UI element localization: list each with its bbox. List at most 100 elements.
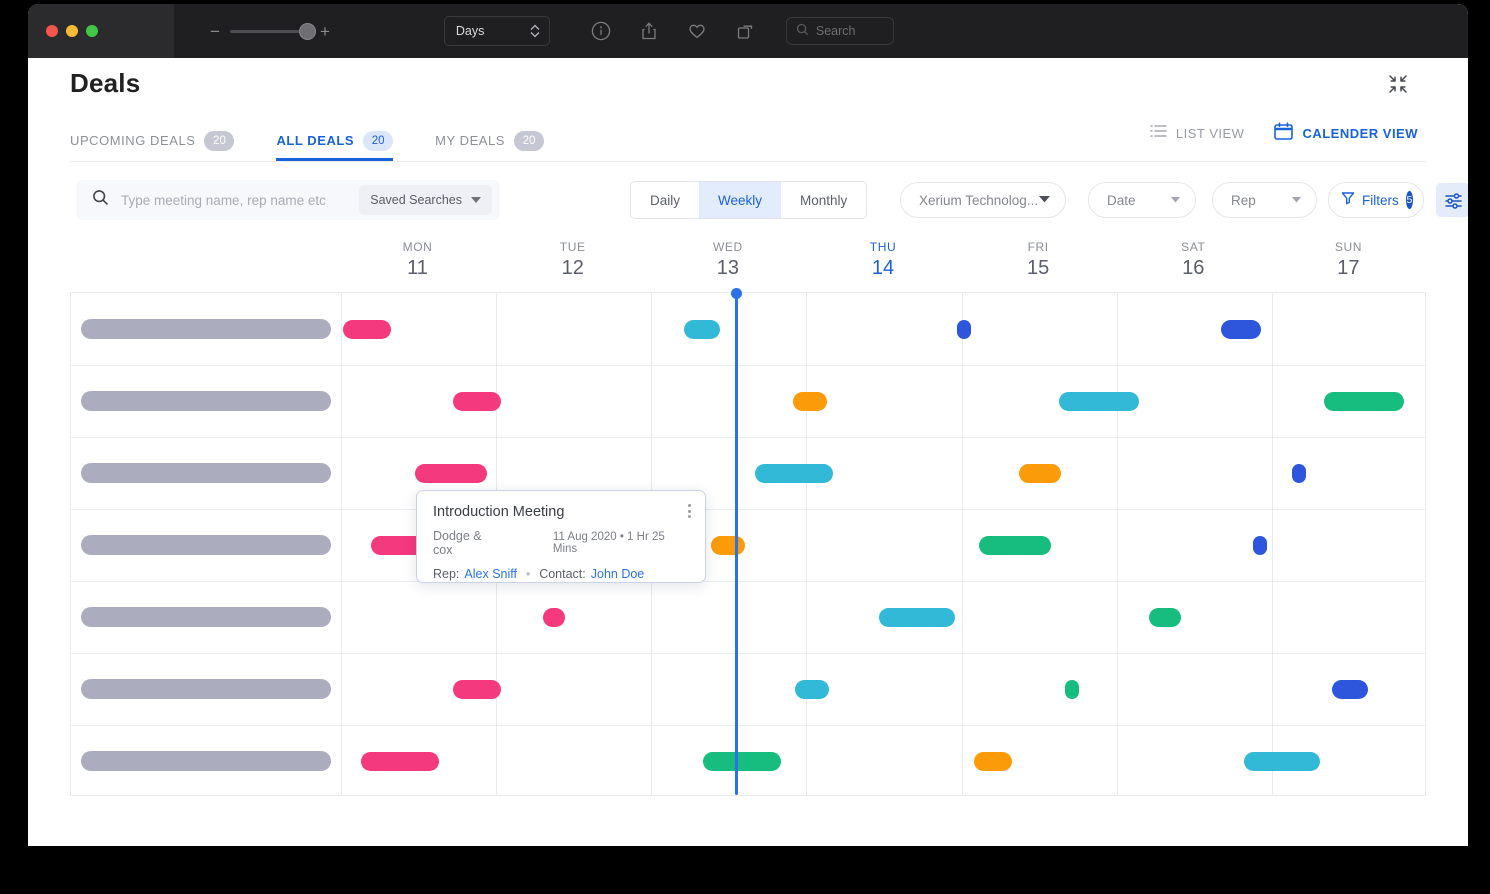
tab-upcoming-deals[interactable]: UPCOMING DEALS 20 [70, 112, 235, 161]
grid-column-divider [341, 293, 342, 795]
view-toggle-group: LIST VIEW CALENDER VIEW [1150, 122, 1418, 145]
rep-filter-value: Rep [1231, 192, 1256, 208]
calendar-event-bar[interactable] [703, 751, 781, 771]
date-filter-value: Date [1107, 192, 1136, 208]
info-icon[interactable] [590, 20, 612, 42]
close-window-button[interactable] [46, 25, 58, 37]
range-option-weekly[interactable]: Weekly [699, 182, 782, 218]
grid-row-divider [71, 581, 1425, 582]
calendar-event-bar[interactable] [755, 463, 833, 483]
current-time-line [735, 293, 738, 795]
calendar-event-bar[interactable] [1149, 607, 1181, 627]
popover-footer: Rep: Alex Sniff • Contact: John Doe [433, 567, 689, 581]
day-header-name: SUN [1334, 240, 1362, 254]
chevron-updown-icon [529, 21, 541, 41]
calendar-event-bar[interactable] [453, 679, 501, 699]
calendar-event-bar[interactable] [343, 319, 391, 339]
zoom-slider-track[interactable] [229, 22, 316, 40]
company-filter-dropdown[interactable]: Xerium Technolog... [900, 182, 1066, 218]
titlebar-search-box[interactable]: Search [785, 17, 894, 45]
zoom-slider-group[interactable]: − + [210, 22, 330, 40]
zoom-out-button[interactable]: − [210, 23, 220, 40]
days-select[interactable]: Days [443, 16, 550, 46]
kebab-menu-icon[interactable] [688, 504, 691, 518]
days-select-value: Days [455, 24, 485, 38]
tab-my-deals[interactable]: MY DEALS 20 [435, 112, 545, 161]
calendar-event-bar[interactable] [684, 319, 720, 339]
calendar-event-bar[interactable] [1065, 679, 1079, 699]
calendar-event-bar[interactable] [793, 391, 827, 411]
day-header-name: SAT [1181, 240, 1206, 254]
tab-count-badge: 20 [363, 130, 394, 151]
grid-row-divider [71, 437, 1425, 438]
calendar-event-bar[interactable] [543, 607, 565, 627]
calendar-event-bar[interactable] [453, 391, 501, 411]
calendar-event-bar[interactable] [1244, 751, 1320, 771]
calendar-view-button[interactable]: CALENDER VIEW [1274, 122, 1418, 145]
popover-rep-name[interactable]: Alex Sniff [464, 567, 517, 581]
calendar-event-bar[interactable] [711, 535, 745, 555]
day-header-name: FRI [1027, 240, 1049, 254]
calendar-event-bar[interactable] [415, 463, 487, 483]
popover-contact-name[interactable]: John Doe [591, 567, 645, 581]
date-filter-dropdown[interactable]: Date [1088, 182, 1196, 218]
calendar-event-bar[interactable] [979, 535, 1051, 555]
toolbar: Saved Searches Daily Weekly Monthly Xeri… [70, 162, 1468, 238]
calendar-event-bar[interactable] [974, 751, 1012, 771]
calendar-event-bar[interactable] [795, 679, 829, 699]
zoom-slider-thumb[interactable] [298, 22, 316, 40]
range-option-daily[interactable]: Daily [631, 182, 699, 218]
day-header-mon: MON 11 [338, 240, 498, 280]
row-label-placeholder [81, 751, 331, 771]
maximize-window-button[interactable] [86, 25, 98, 37]
row-label-placeholder [81, 607, 331, 627]
window-titlebar: − + Days Search [28, 4, 1468, 58]
calendar-day-headers: MON 11 TUE 12 WED 13 THU 14 FRI 15 SAT 16 SUN 17 [70, 240, 1426, 292]
share-icon[interactable] [638, 20, 660, 42]
filters-count-badge: 5 [1405, 191, 1413, 209]
calendar-event-bar[interactable] [361, 751, 439, 771]
sliders-icon[interactable] [1436, 183, 1468, 217]
event-popover[interactable]: Introduction Meeting Dodge & cox 11 Aug … [416, 490, 706, 583]
calendar: MON 11 TUE 12 WED 13 THU 14 FRI 15 SAT 16 SUN 17 Intr… [70, 240, 1426, 796]
page-title: Deals [70, 68, 141, 98]
popover-rep-label: Rep: [433, 567, 460, 581]
calendar-event-bar[interactable] [1253, 535, 1267, 555]
day-header-sun: SUN 17 [1268, 240, 1428, 280]
day-header-sat: SAT 16 [1113, 240, 1273, 280]
range-segmented-control: Daily Weekly Monthly [630, 181, 868, 219]
day-header-number: 16 [1182, 257, 1205, 279]
collapse-arrows-icon[interactable] [1386, 72, 1410, 96]
calendar-event-bar[interactable] [879, 607, 955, 627]
duplicate-icon[interactable] [734, 20, 756, 42]
minimize-window-button[interactable] [66, 25, 78, 37]
calendar-event-bar[interactable] [1324, 391, 1404, 411]
saved-searches-dropdown[interactable]: Saved Searches [359, 185, 492, 215]
search-input[interactable] [121, 192, 360, 208]
grid-row-divider [71, 725, 1425, 726]
calendar-event-bar[interactable] [1221, 319, 1261, 339]
tab-label: ALL DEALS [276, 133, 355, 148]
row-label-placeholder [81, 679, 331, 699]
range-option-monthly[interactable]: Monthly [781, 182, 866, 218]
rep-filter-dropdown[interactable]: Rep [1212, 182, 1317, 218]
day-header-name: TUE [559, 240, 586, 254]
list-view-button[interactable]: LIST VIEW [1150, 124, 1245, 143]
chevron-down-icon [1171, 195, 1180, 205]
search-box[interactable]: Saved Searches [76, 180, 500, 220]
calendar-event-bar[interactable] [1059, 391, 1139, 411]
filters-button[interactable]: Filters 5 [1328, 182, 1424, 218]
day-header-number: 12 [561, 257, 584, 279]
calendar-event-bar[interactable] [1292, 463, 1306, 483]
day-header-name: MON [402, 240, 433, 254]
calendar-event-bar[interactable] [957, 319, 971, 339]
calendar-event-bar[interactable] [1332, 679, 1368, 699]
calendar-event-bar[interactable] [1019, 463, 1061, 483]
page-body: Deals UPCOMING DEALS 20 ALL DEALS 20 MY … [28, 58, 1468, 846]
day-header-fri: FRI 15 [958, 240, 1118, 280]
row-label-placeholder [81, 391, 331, 411]
tab-label: UPCOMING DEALS [70, 133, 196, 148]
tab-all-deals[interactable]: ALL DEALS 20 [276, 112, 394, 161]
heart-icon[interactable] [686, 20, 708, 42]
zoom-in-button[interactable]: + [320, 23, 330, 40]
